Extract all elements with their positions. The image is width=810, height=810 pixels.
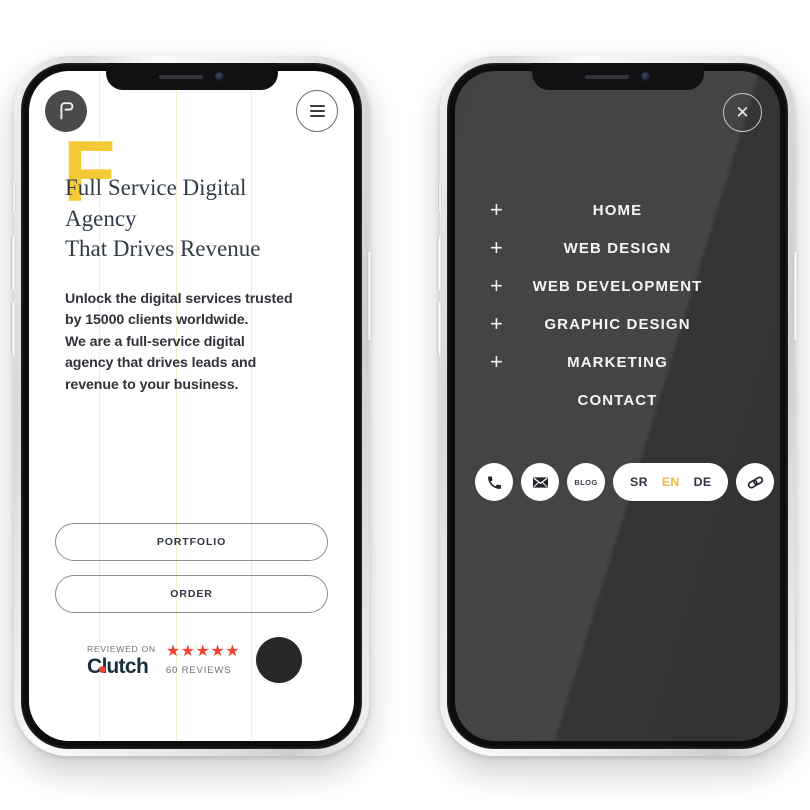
subcopy-line-4: agency that drives leads and bbox=[65, 355, 257, 372]
hero-section: F Full Service Digital Agency That Drive… bbox=[63, 129, 334, 397]
hamburger-bar-3 bbox=[309, 115, 325, 117]
contact-tool-row: BLOG SR EN DE bbox=[475, 463, 775, 501]
envelope-glyph bbox=[531, 473, 550, 492]
volume-up-button-right[interactable] bbox=[437, 236, 442, 290]
close-icon[interactable]: ✕ bbox=[723, 93, 762, 132]
device-bezel-left: F Full Service Digital Agency That Drive… bbox=[21, 63, 362, 749]
menu-item-label: CONTACT bbox=[577, 391, 658, 409]
clutch-brand-block: REVIEWED ON Cl utch bbox=[87, 644, 156, 677]
screen-left: F Full Service Digital Agency That Drive… bbox=[29, 71, 354, 741]
device-notch-left bbox=[105, 63, 278, 90]
menu-item-web-design[interactable]: + WEB DESIGN bbox=[455, 229, 780, 267]
headline-line-3: That Drives Revenue bbox=[65, 236, 261, 262]
nav-menu: + HOME + WEB DESIGN + WEB DEVELOPMENT + … bbox=[455, 191, 780, 419]
blog-label: BLOG bbox=[574, 477, 598, 487]
star-rating-icon: ★★★★★ bbox=[165, 643, 241, 660]
headline-line-2: Agency bbox=[65, 205, 137, 231]
blog-link[interactable]: BLOG bbox=[567, 463, 605, 501]
phone-device-left: F Full Service Digital Agency That Drive… bbox=[11, 56, 372, 756]
subcopy-line-5: revenue to your business. bbox=[65, 377, 239, 394]
hamburger-icon[interactable] bbox=[296, 90, 338, 132]
cta-group: PORTFOLIO ORDER bbox=[55, 523, 328, 627]
power-button[interactable] bbox=[367, 252, 372, 340]
subcopy-line-2: by 15000 clients worldwide. bbox=[65, 312, 249, 329]
hamburger-bar-2 bbox=[309, 110, 325, 112]
mute-switch-right[interactable] bbox=[438, 182, 442, 211]
expand-plus-icon[interactable]: + bbox=[490, 275, 503, 297]
phone-icon[interactable] bbox=[475, 463, 513, 501]
subcopy-line-1: Unlock the digital services trusted bbox=[65, 290, 293, 307]
device-notch-right bbox=[531, 63, 704, 90]
clutch-wordmark: Cl utch bbox=[87, 656, 156, 677]
earpiece-speaker-right bbox=[585, 74, 629, 79]
menu-item-label: GRAPHIC DESIGN bbox=[544, 315, 691, 333]
phone-device-right: ✕ + HOME + WEB DESIGN + WEB DEVELOPMENT bbox=[437, 56, 798, 756]
earpiece-speaker bbox=[159, 74, 203, 79]
expand-plus-icon[interactable]: + bbox=[490, 351, 503, 373]
clutch-word-post: utch bbox=[106, 654, 149, 678]
expand-plus-icon[interactable]: + bbox=[490, 313, 503, 335]
menu-item-marketing[interactable]: + MARKETING bbox=[455, 343, 780, 381]
device-bezel-right: ✕ + HOME + WEB DESIGN + WEB DEVELOPMENT bbox=[447, 63, 788, 749]
screen-right: ✕ + HOME + WEB DESIGN + WEB DEVELOPMENT bbox=[455, 71, 780, 741]
hamburger-bar-1 bbox=[309, 105, 325, 107]
subcopy-line-3: We are a full-service digital bbox=[65, 333, 245, 350]
page-title: Full Service Digital Agency That Drives … bbox=[65, 173, 334, 265]
p-logo-glyph bbox=[60, 102, 74, 120]
chat-bubble-icon[interactable] bbox=[256, 637, 303, 683]
hero-subcopy: Unlock the digital services trusted by 1… bbox=[65, 289, 334, 397]
menu-item-graphic-design[interactable]: + GRAPHIC DESIGN bbox=[455, 305, 780, 343]
menu-item-label: HOME bbox=[592, 201, 643, 219]
link-icon[interactable] bbox=[736, 463, 775, 501]
front-camera-icon bbox=[215, 72, 224, 81]
language-option-sr[interactable]: SR bbox=[630, 475, 648, 489]
chain-link-glyph bbox=[746, 473, 765, 492]
portfolio-button[interactable]: PORTFOLIO bbox=[55, 523, 328, 561]
p-logo-icon[interactable] bbox=[45, 90, 87, 132]
language-option-de[interactable]: DE bbox=[694, 475, 712, 489]
power-button-right[interactable] bbox=[793, 252, 798, 340]
clutch-dot-icon bbox=[99, 665, 107, 673]
headline-line-1: Full Service Digital bbox=[65, 175, 247, 200]
clutch-rating-block: ★★★★★ 60 REVIEWS bbox=[165, 643, 241, 677]
menu-item-home[interactable]: + HOME bbox=[455, 191, 780, 229]
menu-item-label: WEB DESIGN bbox=[563, 239, 672, 257]
reviewed-on-label: REVIEWED ON bbox=[87, 643, 156, 654]
language-option-en[interactable]: EN bbox=[662, 475, 680, 489]
volume-up-button[interactable] bbox=[11, 236, 16, 290]
expand-plus-icon[interactable]: + bbox=[490, 199, 503, 221]
phone-glyph bbox=[486, 474, 503, 491]
clutch-review-badge[interactable]: REVIEWED ON Cl utch ★★★★★ 60 REVIEWS bbox=[87, 637, 334, 683]
language-switcher: SR EN DE bbox=[613, 463, 729, 501]
scene-canvas: F Full Service Digital Agency That Drive… bbox=[0, 0, 810, 810]
menu-item-contact[interactable]: CONTACT bbox=[455, 381, 780, 419]
mute-switch[interactable] bbox=[12, 182, 16, 211]
order-button[interactable]: ORDER bbox=[55, 575, 328, 613]
menu-item-label: MARKETING bbox=[567, 353, 668, 371]
volume-down-button-right[interactable] bbox=[437, 302, 442, 356]
email-icon[interactable] bbox=[521, 463, 559, 501]
menu-item-label: WEB DEVELOPMENT bbox=[532, 277, 703, 295]
expand-plus-icon[interactable]: + bbox=[490, 237, 503, 259]
menu-item-web-development[interactable]: + WEB DEVELOPMENT bbox=[455, 267, 780, 305]
front-camera-icon-right bbox=[641, 72, 650, 81]
reviews-count-label: 60 REVIEWS bbox=[165, 665, 232, 676]
top-bar bbox=[45, 89, 338, 133]
volume-down-button[interactable] bbox=[11, 302, 16, 356]
